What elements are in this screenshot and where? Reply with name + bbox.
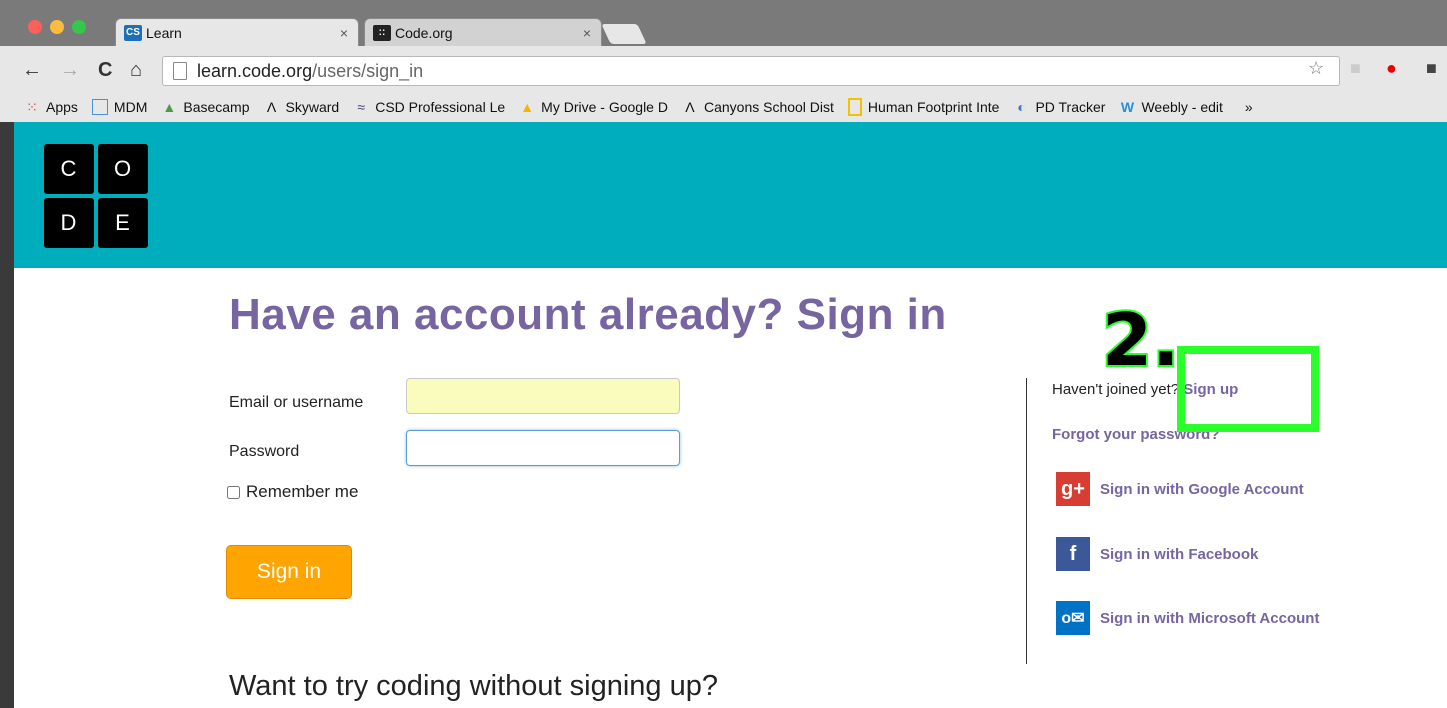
google-drive-icon: ▲ <box>520 99 535 115</box>
bookmark-apps[interactable]: ⁙ Apps <box>24 98 78 116</box>
vertical-divider <box>1026 378 1027 664</box>
folder-icon <box>91 99 108 115</box>
window-edge <box>0 122 14 708</box>
facebook-signin-button[interactable]: f Sign in with Facebook <box>1056 537 1258 571</box>
star-bookmark-icon[interactable]: ☆ <box>1308 58 1324 79</box>
sign-in-button[interactable]: Sign in <box>226 545 352 599</box>
bookmark-pd-tracker[interactable]: ◐ PD Tracker <box>1013 99 1105 115</box>
password-field[interactable] <box>406 430 680 466</box>
maximize-window-icon[interactable] <box>72 20 86 34</box>
tab-code-org[interactable]: :: Code.org × <box>364 18 602 46</box>
logo-letter: O <box>98 144 148 194</box>
facebook-signin-label: Sign in with Facebook <box>1100 545 1259 563</box>
tab-title: Learn <box>146 24 182 41</box>
logo-letter: C <box>44 144 94 194</box>
forward-icon[interactable]: → <box>60 60 80 80</box>
email-label: Email or username <box>229 394 364 411</box>
bookmark-canyons[interactable]: Λ Canyons School Dist <box>682 99 834 115</box>
address-host: learn.code.org <box>197 60 313 81</box>
bookmark-google-drive[interactable]: ▲ My Drive - Google D <box>519 99 668 115</box>
bookmark-human-footprint[interactable]: Human Footprint Inte <box>847 98 999 116</box>
not-joined-prefix: Haven't joined yet? <box>1052 381 1180 398</box>
google-signin-button[interactable]: g+ Sign in with Google Account <box>1056 472 1304 506</box>
google-signin-label: Sign in with Google Account <box>1100 480 1304 498</box>
footprint-icon <box>847 98 862 116</box>
apps-grid-icon: ⁙ <box>26 98 38 115</box>
tab-close-icon[interactable]: × <box>340 25 348 41</box>
tutorial-highlight-box <box>1177 346 1319 432</box>
email-field[interactable] <box>406 378 680 414</box>
adblock-icon[interactable]: ● <box>1386 58 1397 79</box>
site-header: C O D E <box>14 122 1447 268</box>
code-favicon-icon: :: <box>373 24 391 41</box>
bookmark-basecamp[interactable]: ▲ Basecamp <box>161 99 249 115</box>
try-without-signup-heading: Want to try coding without signing up? <box>229 670 718 702</box>
bookmark-mdm[interactable]: MDM <box>91 99 147 115</box>
tab-title: Code.org <box>395 24 453 41</box>
address-bar[interactable]: learn.code.org/users/sign_in <box>162 56 1340 86</box>
remember-me-checkbox[interactable] <box>227 485 240 499</box>
page-icon <box>173 62 187 80</box>
facebook-icon: f <box>1056 537 1090 571</box>
bookmarks-bar: ⁙ Apps MDM ▲ Basecamp Λ Skyward ≈ CSD Profes… <box>0 92 1447 123</box>
code-logo[interactable]: C O D E <box>44 144 148 248</box>
reload-icon[interactable]: C <box>98 60 112 80</box>
bookmark-skyward[interactable]: Λ Skyward <box>264 99 339 115</box>
cs-favicon-icon: CS <box>124 24 142 41</box>
microsoft-signin-button[interactable]: o✉ Sign in with Microsoft Account <box>1056 601 1319 635</box>
tab-learn[interactable]: CS Learn × <box>115 18 359 46</box>
back-icon[interactable]: ← <box>22 60 42 80</box>
address-path: /users/sign_in <box>312 60 424 81</box>
extension-icon[interactable]: ■ <box>1350 58 1361 79</box>
microsoft-signin-label: Sign in with Microsoft Account <box>1100 609 1320 627</box>
pd-tracker-icon: ◐ <box>1017 99 1026 115</box>
page-title: Have an account already? Sign in <box>229 290 947 339</box>
basecamp-icon: ▲ <box>162 99 177 115</box>
home-icon[interactable]: ⌂ <box>130 60 142 80</box>
bookmark-csd[interactable]: ≈ CSD Professional Le <box>353 99 505 115</box>
tab-close-icon[interactable]: × <box>583 25 591 41</box>
password-label: Password <box>229 443 300 460</box>
canyons-icon: Λ <box>685 99 695 115</box>
evernote-icon[interactable]: ■ <box>1426 58 1437 79</box>
skyward-icon: Λ <box>266 99 277 115</box>
remember-me[interactable]: Remember me <box>227 482 358 502</box>
logo-letter: E <box>98 198 148 248</box>
tutorial-step-label: 2. <box>1100 298 1181 382</box>
logo-letter: D <box>44 198 94 248</box>
bookmark-weebly[interactable]: W Weebly - edit <box>1119 99 1223 115</box>
weebly-icon: W <box>1120 99 1135 115</box>
csd-icon: ≈ <box>357 99 366 115</box>
google-plus-icon: g+ <box>1056 472 1090 506</box>
remember-me-label: Remember me <box>246 482 359 501</box>
close-window-icon[interactable] <box>28 20 42 34</box>
minimize-window-icon[interactable] <box>50 20 64 34</box>
bookmarks-overflow[interactable]: » <box>1245 99 1253 115</box>
outlook-icon: o✉ <box>1056 601 1090 635</box>
